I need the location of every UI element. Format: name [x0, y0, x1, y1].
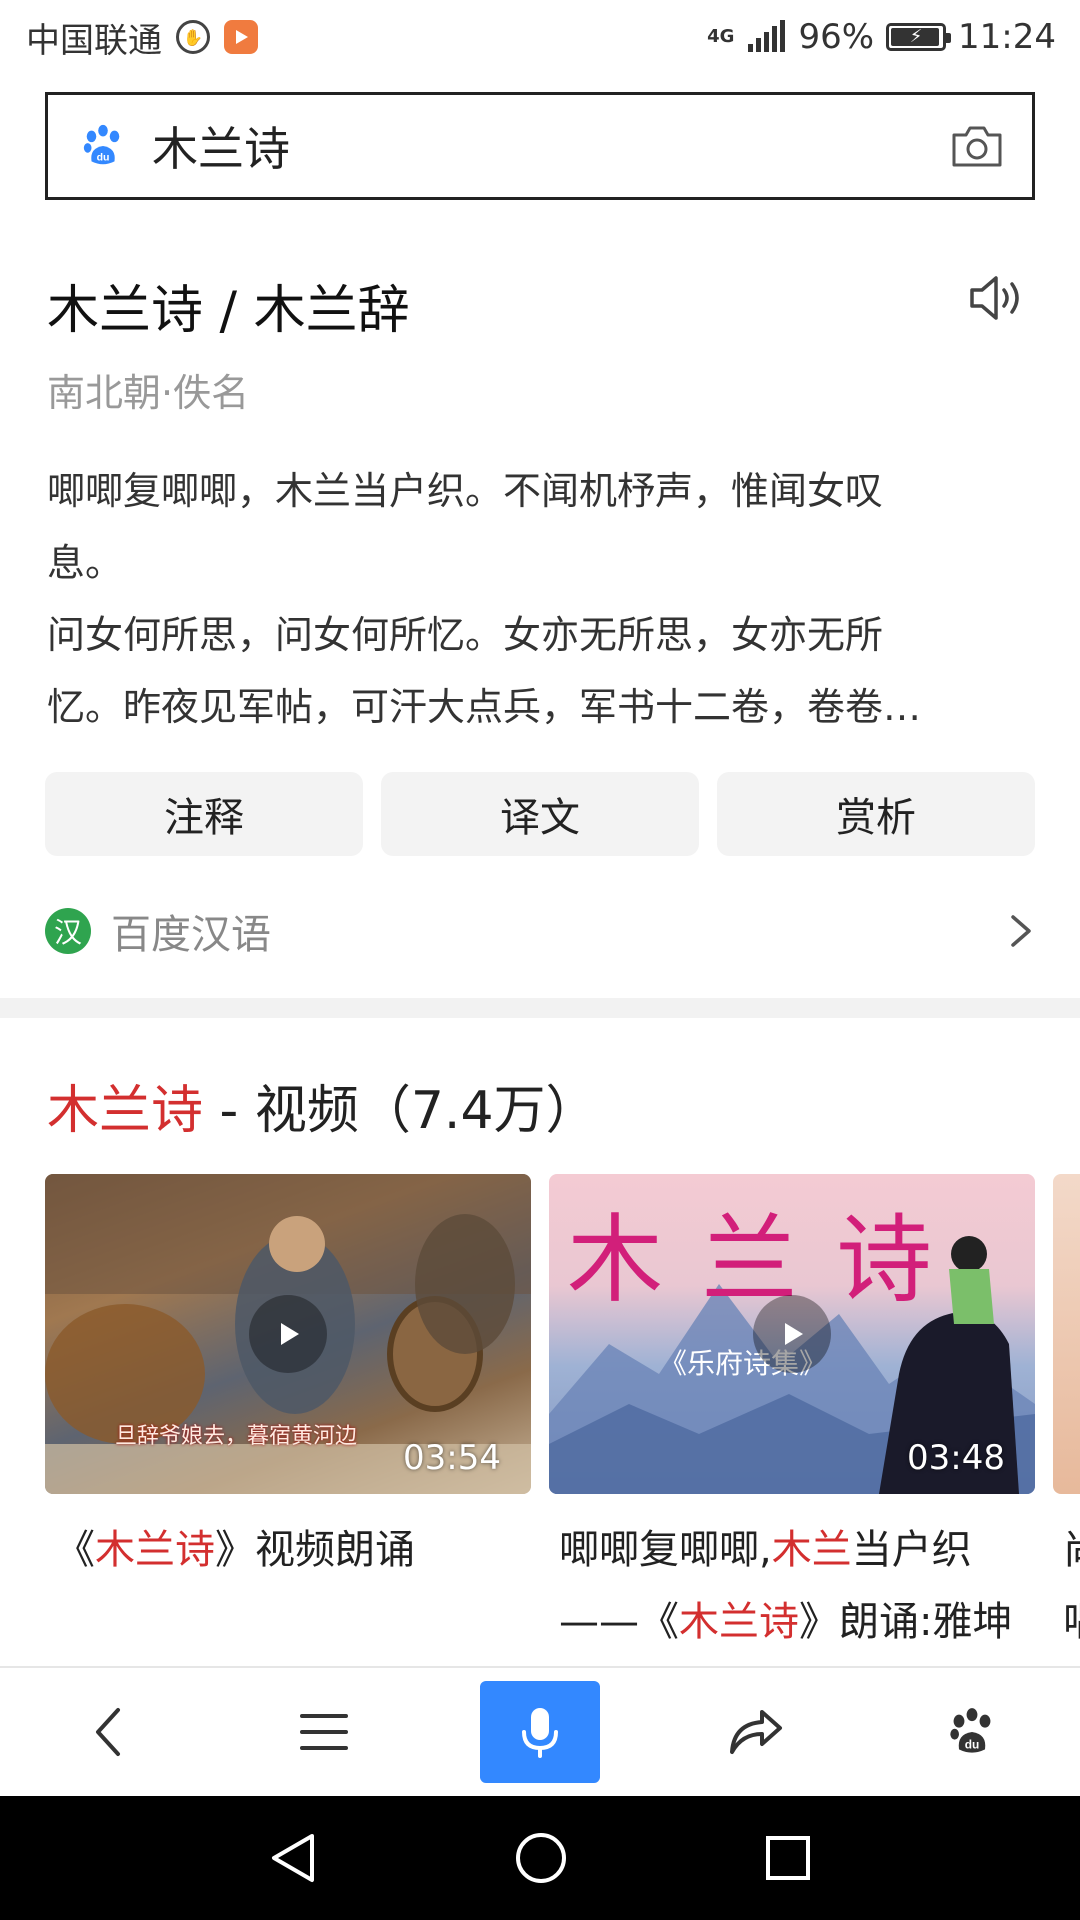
video-card[interactable]: 尚 唱 — [1053, 1174, 1080, 1658]
poem-line: 问女何所思，问女何所忆。女亦无所思，女亦无所 — [47, 613, 884, 657]
video-title[interactable]: 唧唧复唧唧,木兰当户织 ——《木兰诗》朗诵:雅坤 — [549, 1514, 1035, 1658]
nav-back-icon[interactable] — [268, 1830, 318, 1886]
search-input[interactable]: du 木兰诗 — [45, 92, 1035, 200]
battery-percent: 96% — [798, 17, 875, 57]
poem-title[interactable]: 木兰诗 / 木兰辞 — [47, 268, 410, 343]
clock: 11:24 — [958, 17, 1056, 57]
share-icon — [730, 1710, 782, 1754]
baidu-hanyu-logo: 汉 — [45, 908, 91, 954]
video-title[interactable]: 《木兰诗》视频朗诵 — [45, 1514, 531, 1586]
title-part: 唱 — [1063, 1586, 1080, 1658]
section-title-rest: - 视频（7.4万） — [203, 1081, 598, 1141]
video-thumbnail[interactable] — [1053, 1174, 1080, 1494]
play-icon[interactable] — [753, 1295, 831, 1373]
video-duration: 03:54 — [403, 1438, 501, 1478]
video-card[interactable]: 木 兰 诗 《乐府诗集》 03:48 唧唧复唧唧,木兰当户织 ——《木兰诗》朗诵… — [549, 1174, 1035, 1658]
video-card[interactable]: 旦辞爷娘去，暮宿黄河边 03:54 《木兰诗》视频朗诵 — [45, 1174, 531, 1586]
notification-app-icon: ✋ — [176, 20, 210, 54]
translation-button[interactable]: 译文 — [381, 772, 699, 856]
back-button[interactable] — [48, 1682, 168, 1782]
speaker-icon[interactable] — [968, 272, 1026, 324]
section-title-highlight: 木兰诗 — [47, 1081, 204, 1141]
play-icon[interactable] — [249, 1295, 327, 1373]
poem-line: 忆。昨夜见军帖，可汗大点兵，军书十二卷，卷卷… — [47, 685, 922, 729]
nav-recents-icon[interactable] — [764, 1834, 812, 1882]
chevron-right-icon — [1011, 915, 1031, 947]
video-section-title[interactable]: 木兰诗 - 视频（7.4万） — [47, 1068, 598, 1143]
title-part: 》视频朗诵 — [215, 1527, 415, 1573]
poem-line: 唧唧复唧唧，木兰当户织。不闻机杼声，惟闻女叹 — [47, 469, 884, 513]
title-part: ——《 — [559, 1599, 679, 1645]
svg-text:du: du — [965, 1737, 980, 1751]
back-icon — [96, 1708, 120, 1756]
baidu-home-button[interactable]: du — [912, 1682, 1032, 1782]
title-part: 尚 — [1063, 1514, 1080, 1586]
video-duration: 03:48 — [907, 1438, 1005, 1478]
poem-excerpt[interactable]: 唧唧复唧唧，木兰当户织。不闻机杼声，惟闻女叹 息。 问女何所思，问女何所忆。女亦… — [47, 455, 1007, 743]
poem-actions: 注释 译文 赏析 — [45, 772, 1035, 856]
menu-icon — [300, 1714, 348, 1750]
title-part: 《 — [55, 1527, 95, 1573]
video-subtitle-caption: 旦辞爷娘去，暮宿黄河边 — [115, 1424, 358, 1449]
video-thumbnail[interactable]: 木 兰 诗 《乐府诗集》 03:48 — [549, 1174, 1035, 1494]
system-nav-bar — [0, 1796, 1080, 1920]
poem-line: 息。 — [47, 541, 124, 585]
svg-text:du: du — [97, 151, 110, 163]
nav-home-icon[interactable] — [514, 1831, 568, 1885]
menu-button[interactable] — [264, 1682, 384, 1782]
baidu-paw-icon: du — [950, 1708, 991, 1753]
title-highlight: 木兰 — [771, 1527, 852, 1573]
source-label: 百度汉语 — [111, 912, 271, 958]
title-part: 唧唧复唧唧, — [559, 1527, 772, 1573]
section-divider — [0, 998, 1080, 1018]
appreciation-button[interactable]: 赏析 — [717, 772, 1035, 856]
share-button[interactable] — [696, 1682, 816, 1782]
source-link[interactable]: 汉 百度汉语 — [45, 896, 1035, 966]
carrier-name: 中国联通 — [26, 20, 162, 61]
poem-author: 南北朝·佚名 — [47, 371, 250, 415]
title-part: 当户织 — [851, 1527, 972, 1573]
battery-icon: ⚡ — [886, 23, 952, 51]
search-query-text[interactable]: 木兰诗 — [152, 113, 950, 179]
signal-strength-icon — [748, 20, 786, 52]
annotation-button[interactable]: 注释 — [45, 772, 363, 856]
title-highlight: 木兰诗 — [95, 1527, 215, 1573]
network-type-icon: 4G — [707, 26, 735, 47]
status-bar: 中国联通 ✋ 4G 96% ⚡ 11:24 — [0, 0, 1080, 74]
baidu-paw-icon: du — [83, 124, 120, 165]
thumbnail-title: 木 兰 诗 — [567, 1204, 937, 1316]
voice-search-button[interactable] — [480, 1681, 600, 1783]
video-thumbnail[interactable]: 旦辞爷娘去，暮宿黄河边 03:54 — [45, 1174, 531, 1494]
video-carousel[interactable]: 旦辞爷娘去，暮宿黄河边 03:54 《木兰诗》视频朗诵 木 兰 诗 《乐府诗集》 — [45, 1174, 1080, 1674]
browser-toolbar: du — [0, 1666, 1080, 1796]
video-title[interactable]: 尚 唱 — [1053, 1514, 1080, 1658]
title-part: 》朗诵:雅坤 — [799, 1599, 1013, 1645]
title-highlight: 木兰诗 — [679, 1599, 799, 1645]
camera-icon[interactable] — [950, 123, 1004, 169]
video-app-notification-icon — [224, 20, 258, 54]
microphone-icon — [522, 1708, 558, 1758]
